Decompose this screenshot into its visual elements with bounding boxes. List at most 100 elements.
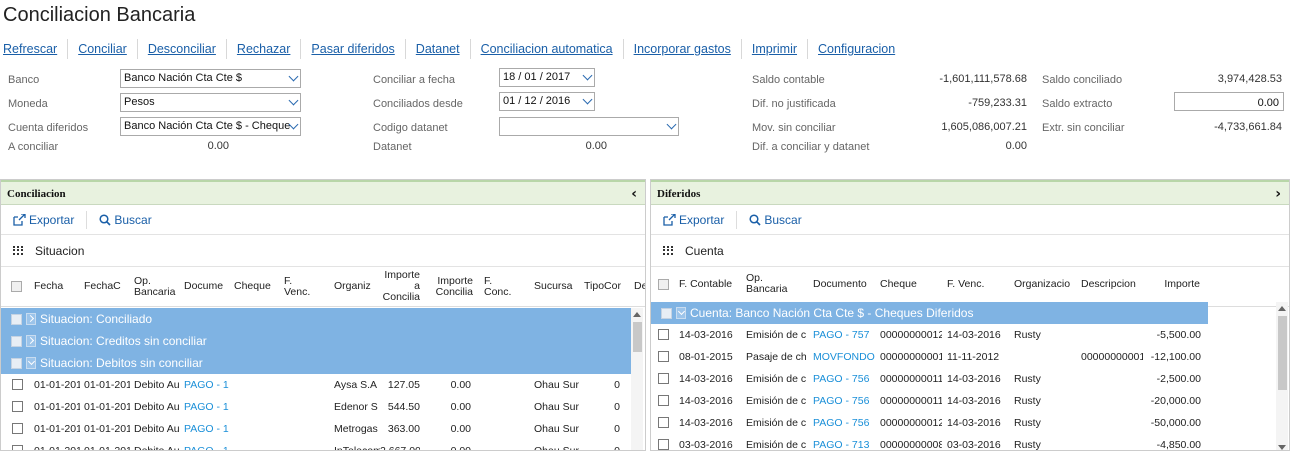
col-importe-conciliado[interactable]: Importe Concilia <box>429 276 473 298</box>
col-organizacion[interactable]: Organiz <box>334 281 378 292</box>
col-f-venc[interactable]: F. Venc. <box>947 279 1009 290</box>
refrescar-link[interactable]: Refrescar <box>0 39 69 59</box>
group-by-bar[interactable]: Cuenta <box>651 235 1289 267</box>
row-checkbox[interactable] <box>12 379 23 390</box>
saldo-extracto-input[interactable] <box>1174 92 1284 111</box>
cell-documento[interactable]: PAGO - 756 <box>813 417 875 429</box>
exportar-button[interactable]: Exportar <box>9 210 88 229</box>
col-op-bancaria[interactable]: Op. Bancaria <box>746 273 806 295</box>
row-checkbox[interactable] <box>658 373 669 384</box>
exportar-button[interactable]: Exportar <box>659 210 738 229</box>
table-row[interactable]: 08-01-2015 Pasaje de che MOVFONDO 000000000… <box>651 346 1276 368</box>
group-checkbox[interactable] <box>661 307 672 319</box>
group-by-bar[interactable]: Situacion <box>1 235 645 267</box>
row-checkbox[interactable] <box>658 395 669 406</box>
group-row-conciliado[interactable]: Situacion: Conciliado <box>1 308 631 330</box>
col-importe-a-conciliar[interactable]: Importe a Concilia <box>380 270 420 303</box>
table-row[interactable]: 14-03-2016 Emisión de ch PAGO - 757 0000000… <box>651 324 1276 346</box>
collapse-icon[interactable] <box>676 307 686 319</box>
moneda-select[interactable]: Pesos <box>120 93 301 112</box>
cell-documento[interactable]: MOVFONDO <box>813 351 875 363</box>
scroll-thumb[interactable] <box>633 322 642 352</box>
conciliacion-automatica-link[interactable]: Conciliacion automatica <box>471 39 624 59</box>
col-fechac[interactable]: FechaC <box>84 281 128 292</box>
row-checkbox[interactable] <box>658 351 669 362</box>
cell-fechac: 01-01-201 <box>84 401 130 413</box>
cell-documento[interactable]: PAGO - 756 <box>813 373 875 385</box>
row-checkbox[interactable] <box>12 423 23 434</box>
datanet-link[interactable]: Datanet <box>406 39 471 59</box>
table-row[interactable]: 14-03-2016 Emisión de ch PAGO - 756 0000000… <box>651 368 1276 390</box>
table-row[interactable]: 01-01-201 01-01-201 Debito Au PAGO - 1 Metro… <box>1 418 631 440</box>
select-all-checkbox[interactable] <box>11 281 22 292</box>
banco-select[interactable]: Banco Nación Cta Cte $ <box>120 69 301 88</box>
imprimir-link[interactable]: Imprimir <box>742 39 809 59</box>
table-row[interactable]: 14-03-2016 Emisión de ch PAGO - 756 0000000… <box>651 412 1276 434</box>
table-row[interactable]: 03-03-2016 Emisión de ch PAGO - 713 0000000… <box>651 434 1276 450</box>
group-checkbox[interactable] <box>11 313 22 325</box>
col-f-venc[interactable]: F. Venc. <box>284 276 328 298</box>
col-tipo-comprobante[interactable]: TipoCor <box>584 281 628 292</box>
expand-icon[interactable] <box>26 313 36 325</box>
cell-documento[interactable]: PAGO - 1 <box>184 445 230 450</box>
row-checkbox[interactable] <box>658 329 669 340</box>
conciliar-fecha-picker[interactable]: 18 / 01 / 2017 <box>499 68 595 87</box>
group-checkbox[interactable] <box>11 357 22 369</box>
cell-tipo-comprobante: 0 <box>614 379 620 391</box>
col-descripcion[interactable]: Descripcion <box>1081 279 1143 290</box>
table-row[interactable]: 14-03-2016 Emisión de ch PAGO - 756 0000000… <box>651 390 1276 412</box>
group-row-creditos[interactable]: Situacion: Creditos sin conciliar <box>1 330 631 352</box>
row-checkbox[interactable] <box>658 417 669 428</box>
col-de[interactable]: De <box>634 281 645 292</box>
expand-right-icon[interactable]: › <box>1275 186 1281 202</box>
diferidos-scrollbar[interactable] <box>1276 302 1288 450</box>
row-checkbox[interactable] <box>658 439 669 450</box>
row-checkbox[interactable] <box>12 445 23 450</box>
incorporar-gastos-link[interactable]: Incorporar gastos <box>624 39 742 59</box>
group-row-debitos[interactable]: Situacion: Debitos sin conciliar <box>1 352 631 374</box>
cuenta-diferidos-select[interactable]: Banco Nación Cta Cte $ - Cheque <box>120 117 301 136</box>
table-row[interactable]: 01-01-201 01-01-201 Debito Au PAGO - 1 Edeno… <box>1 396 631 418</box>
conciliados-desde-picker[interactable]: 01 / 12 / 2016 <box>499 92 595 111</box>
cell-documento[interactable]: PAGO - 1 <box>184 379 230 391</box>
col-documento[interactable]: Docume <box>184 281 228 292</box>
select-all-checkbox[interactable] <box>658 279 669 290</box>
col-sucursal[interactable]: Sucursa <box>534 281 578 292</box>
codigo-datanet-select[interactable] <box>499 117 679 136</box>
cell-documento[interactable]: PAGO - 713 <box>813 439 875 450</box>
desconciliar-link[interactable]: Desconciliar <box>138 39 227 59</box>
group-checkbox[interactable] <box>11 335 22 347</box>
table-row[interactable]: 01-01-201 01-01-201 Debito Au PAGO - 1 Aysa … <box>1 374 631 396</box>
cell-documento[interactable]: PAGO - 1 <box>184 423 230 435</box>
pasar-diferidos-link[interactable]: Pasar diferidos <box>301 39 406 59</box>
group-row-cuenta[interactable]: Cuenta: Banco Nación Cta Cte $ - Cheques… <box>651 302 1208 324</box>
collapse-left-icon[interactable]: ‹ <box>631 186 637 202</box>
col-f-contable[interactable]: F. Contable <box>679 279 741 290</box>
cell-documento[interactable]: PAGO - 1 <box>184 401 230 413</box>
buscar-button[interactable]: Buscar <box>87 211 163 229</box>
table-row[interactable]: 01-01-201 01-01-201 Debito Au PAGO - 1 InTel… <box>1 440 631 450</box>
col-documento[interactable]: Documento <box>813 279 875 290</box>
cell-documento[interactable]: PAGO - 757 <box>813 329 875 341</box>
col-fecha[interactable]: Fecha <box>34 281 78 292</box>
col-f-conc[interactable]: F. Conc. <box>484 276 528 298</box>
conciliacion-scrollbar[interactable] <box>631 308 643 450</box>
collapse-icon[interactable] <box>26 357 36 369</box>
scroll-thumb[interactable] <box>1278 316 1287 390</box>
buscar-button[interactable]: Buscar <box>737 211 813 229</box>
scroll-up-icon[interactable] <box>1278 306 1286 311</box>
col-cheque[interactable]: Cheque <box>234 281 278 292</box>
conciliar-link[interactable]: Conciliar <box>68 39 138 59</box>
rechazar-link[interactable]: Rechazar <box>227 39 302 59</box>
cell-cheque: 00000000012 <box>880 417 942 429</box>
configuracion-link[interactable]: Configuracion <box>808 39 905 59</box>
cell-documento[interactable]: PAGO - 756 <box>813 395 875 407</box>
col-cheque[interactable]: Cheque <box>880 279 942 290</box>
scroll-down-icon[interactable] <box>1278 445 1286 450</box>
expand-icon[interactable] <box>26 335 36 347</box>
col-op-bancaria[interactable]: Op. Bancaria <box>134 276 178 298</box>
col-importe[interactable]: Importe <box>1148 279 1200 290</box>
row-checkbox[interactable] <box>12 401 23 412</box>
col-organizacion[interactable]: Organizacio <box>1014 279 1074 290</box>
scroll-up-icon[interactable] <box>633 312 641 317</box>
